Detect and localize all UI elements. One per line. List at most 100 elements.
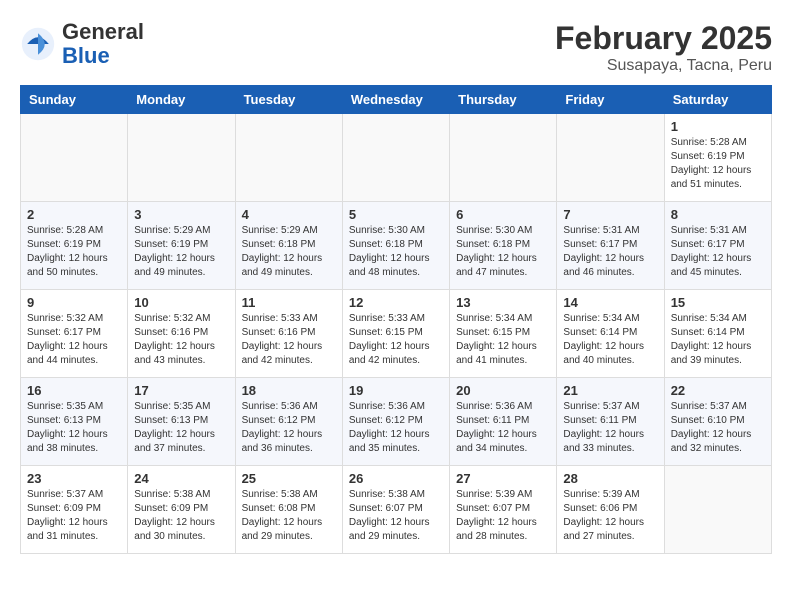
day-header-friday: Friday	[557, 86, 664, 114]
calendar-cell: 23 Sunrise: 5:37 AM Sunset: 6:09 PM Dayli…	[21, 466, 128, 554]
calendar-cell: 9 Sunrise: 5:32 AM Sunset: 6:17 PM Daylig…	[21, 290, 128, 378]
calendar-cell: 6 Sunrise: 5:30 AM Sunset: 6:18 PM Daylig…	[450, 202, 557, 290]
day-number: 19	[349, 383, 443, 398]
day-info: Sunrise: 5:36 AM Sunset: 6:12 PM Dayligh…	[349, 400, 443, 456]
calendar-table: SundayMondayTuesdayWednesdayThursdayFrid…	[20, 85, 772, 554]
day-number: 24	[134, 471, 228, 486]
day-number: 20	[456, 383, 550, 398]
day-number: 11	[242, 295, 336, 310]
calendar-week-1: 1 Sunrise: 5:28 AM Sunset: 6:19 PM Daylig…	[21, 114, 772, 202]
day-number: 14	[563, 295, 657, 310]
day-number: 23	[27, 471, 121, 486]
calendar-cell: 19 Sunrise: 5:36 AM Sunset: 6:12 PM Dayli…	[342, 378, 449, 466]
day-info: Sunrise: 5:29 AM Sunset: 6:19 PM Dayligh…	[134, 224, 228, 280]
logo-blue-text: Blue	[62, 43, 110, 68]
logo-icon	[20, 26, 56, 62]
day-number: 26	[349, 471, 443, 486]
day-number: 10	[134, 295, 228, 310]
calendar-cell: 11 Sunrise: 5:33 AM Sunset: 6:16 PM Dayli…	[235, 290, 342, 378]
calendar-week-5: 23 Sunrise: 5:37 AM Sunset: 6:09 PM Dayli…	[21, 466, 772, 554]
page-title: February 2025	[555, 20, 772, 57]
calendar-cell	[128, 114, 235, 202]
day-info: Sunrise: 5:28 AM Sunset: 6:19 PM Dayligh…	[27, 224, 121, 280]
day-info: Sunrise: 5:35 AM Sunset: 6:13 PM Dayligh…	[134, 400, 228, 456]
calendar-week-4: 16 Sunrise: 5:35 AM Sunset: 6:13 PM Dayli…	[21, 378, 772, 466]
calendar-cell: 2Sunrise: 5:28 AM Sunset: 6:19 PM Daylig…	[21, 202, 128, 290]
day-number: 8	[671, 207, 765, 222]
calendar-cell	[557, 114, 664, 202]
calendar-cell: 27 Sunrise: 5:39 AM Sunset: 6:07 PM Dayli…	[450, 466, 557, 554]
day-number: 25	[242, 471, 336, 486]
page-subtitle: Susapaya, Tacna, Peru	[555, 57, 772, 75]
day-info: Sunrise: 5:36 AM Sunset: 6:11 PM Dayligh…	[456, 400, 550, 456]
calendar-cell: 12 Sunrise: 5:33 AM Sunset: 6:15 PM Dayli…	[342, 290, 449, 378]
day-info: Sunrise: 5:39 AM Sunset: 6:07 PM Dayligh…	[456, 488, 550, 544]
logo-general-text: General	[62, 19, 144, 44]
day-header-tuesday: Tuesday	[235, 86, 342, 114]
day-number: 15	[671, 295, 765, 310]
day-number: 7	[563, 207, 657, 222]
calendar-cell	[342, 114, 449, 202]
calendar-header-row: SundayMondayTuesdayWednesdayThursdayFrid…	[21, 86, 772, 114]
day-number: 4	[242, 207, 336, 222]
day-header-thursday: Thursday	[450, 86, 557, 114]
day-info: Sunrise: 5:32 AM Sunset: 6:17 PM Dayligh…	[27, 312, 121, 368]
day-info: Sunrise: 5:33 AM Sunset: 6:16 PM Dayligh…	[242, 312, 336, 368]
day-info: Sunrise: 5:31 AM Sunset: 6:17 PM Dayligh…	[671, 224, 765, 280]
day-header-saturday: Saturday	[664, 86, 771, 114]
day-number: 13	[456, 295, 550, 310]
day-info: Sunrise: 5:32 AM Sunset: 6:16 PM Dayligh…	[134, 312, 228, 368]
calendar-cell: 22Sunrise: 5:37 AM Sunset: 6:10 PM Dayli…	[664, 378, 771, 466]
day-number: 22	[671, 383, 765, 398]
day-info: Sunrise: 5:30 AM Sunset: 6:18 PM Dayligh…	[349, 224, 443, 280]
day-number: 6	[456, 207, 550, 222]
day-info: Sunrise: 5:36 AM Sunset: 6:12 PM Dayligh…	[242, 400, 336, 456]
calendar-cell: 4 Sunrise: 5:29 AM Sunset: 6:18 PM Daylig…	[235, 202, 342, 290]
day-header-sunday: Sunday	[21, 86, 128, 114]
calendar-cell: 1 Sunrise: 5:28 AM Sunset: 6:19 PM Daylig…	[664, 114, 771, 202]
day-info: Sunrise: 5:34 AM Sunset: 6:14 PM Dayligh…	[563, 312, 657, 368]
day-number: 12	[349, 295, 443, 310]
day-info: Sunrise: 5:28 AM Sunset: 6:19 PM Dayligh…	[671, 136, 765, 192]
calendar-week-3: 9 Sunrise: 5:32 AM Sunset: 6:17 PM Daylig…	[21, 290, 772, 378]
day-info: Sunrise: 5:37 AM Sunset: 6:09 PM Dayligh…	[27, 488, 121, 544]
day-number: 27	[456, 471, 550, 486]
logo: General Blue	[20, 20, 144, 68]
day-number: 5	[349, 207, 443, 222]
day-number: 1	[671, 119, 765, 134]
calendar-cell	[235, 114, 342, 202]
day-info: Sunrise: 5:33 AM Sunset: 6:15 PM Dayligh…	[349, 312, 443, 368]
day-info: Sunrise: 5:30 AM Sunset: 6:18 PM Dayligh…	[456, 224, 550, 280]
calendar-cell	[450, 114, 557, 202]
calendar-cell: 3Sunrise: 5:29 AM Sunset: 6:19 PM Daylig…	[128, 202, 235, 290]
calendar-cell: 17 Sunrise: 5:35 AM Sunset: 6:13 PM Dayli…	[128, 378, 235, 466]
day-info: Sunrise: 5:38 AM Sunset: 6:08 PM Dayligh…	[242, 488, 336, 544]
day-info: Sunrise: 5:34 AM Sunset: 6:15 PM Dayligh…	[456, 312, 550, 368]
day-header-monday: Monday	[128, 86, 235, 114]
calendar-cell	[21, 114, 128, 202]
calendar-cell: 16 Sunrise: 5:35 AM Sunset: 6:13 PM Dayli…	[21, 378, 128, 466]
calendar-cell: 8 Sunrise: 5:31 AM Sunset: 6:17 PM Daylig…	[664, 202, 771, 290]
calendar-week-2: 2Sunrise: 5:28 AM Sunset: 6:19 PM Daylig…	[21, 202, 772, 290]
calendar-cell: 26 Sunrise: 5:38 AM Sunset: 6:07 PM Dayli…	[342, 466, 449, 554]
day-info: Sunrise: 5:35 AM Sunset: 6:13 PM Dayligh…	[27, 400, 121, 456]
calendar-cell: 18Sunrise: 5:36 AM Sunset: 6:12 PM Dayli…	[235, 378, 342, 466]
day-info: Sunrise: 5:37 AM Sunset: 6:11 PM Dayligh…	[563, 400, 657, 456]
day-info: Sunrise: 5:34 AM Sunset: 6:14 PM Dayligh…	[671, 312, 765, 368]
calendar-cell: 21Sunrise: 5:37 AM Sunset: 6:11 PM Dayli…	[557, 378, 664, 466]
calendar-cell: 25 Sunrise: 5:38 AM Sunset: 6:08 PM Dayli…	[235, 466, 342, 554]
calendar-cell: 24 Sunrise: 5:38 AM Sunset: 6:09 PM Dayli…	[128, 466, 235, 554]
day-number: 9	[27, 295, 121, 310]
calendar-cell	[664, 466, 771, 554]
day-info: Sunrise: 5:31 AM Sunset: 6:17 PM Dayligh…	[563, 224, 657, 280]
day-number: 17	[134, 383, 228, 398]
day-number: 16	[27, 383, 121, 398]
calendar-cell: 15 Sunrise: 5:34 AM Sunset: 6:14 PM Dayli…	[664, 290, 771, 378]
day-info: Sunrise: 5:38 AM Sunset: 6:07 PM Dayligh…	[349, 488, 443, 544]
day-info: Sunrise: 5:38 AM Sunset: 6:09 PM Dayligh…	[134, 488, 228, 544]
title-block: February 2025 Susapaya, Tacna, Peru	[555, 20, 772, 75]
calendar-cell: 20 Sunrise: 5:36 AM Sunset: 6:11 PM Dayli…	[450, 378, 557, 466]
day-info: Sunrise: 5:29 AM Sunset: 6:18 PM Dayligh…	[242, 224, 336, 280]
calendar-cell: 14 Sunrise: 5:34 AM Sunset: 6:14 PM Dayli…	[557, 290, 664, 378]
page-header: General Blue February 2025 Susapaya, Tac…	[20, 20, 772, 75]
